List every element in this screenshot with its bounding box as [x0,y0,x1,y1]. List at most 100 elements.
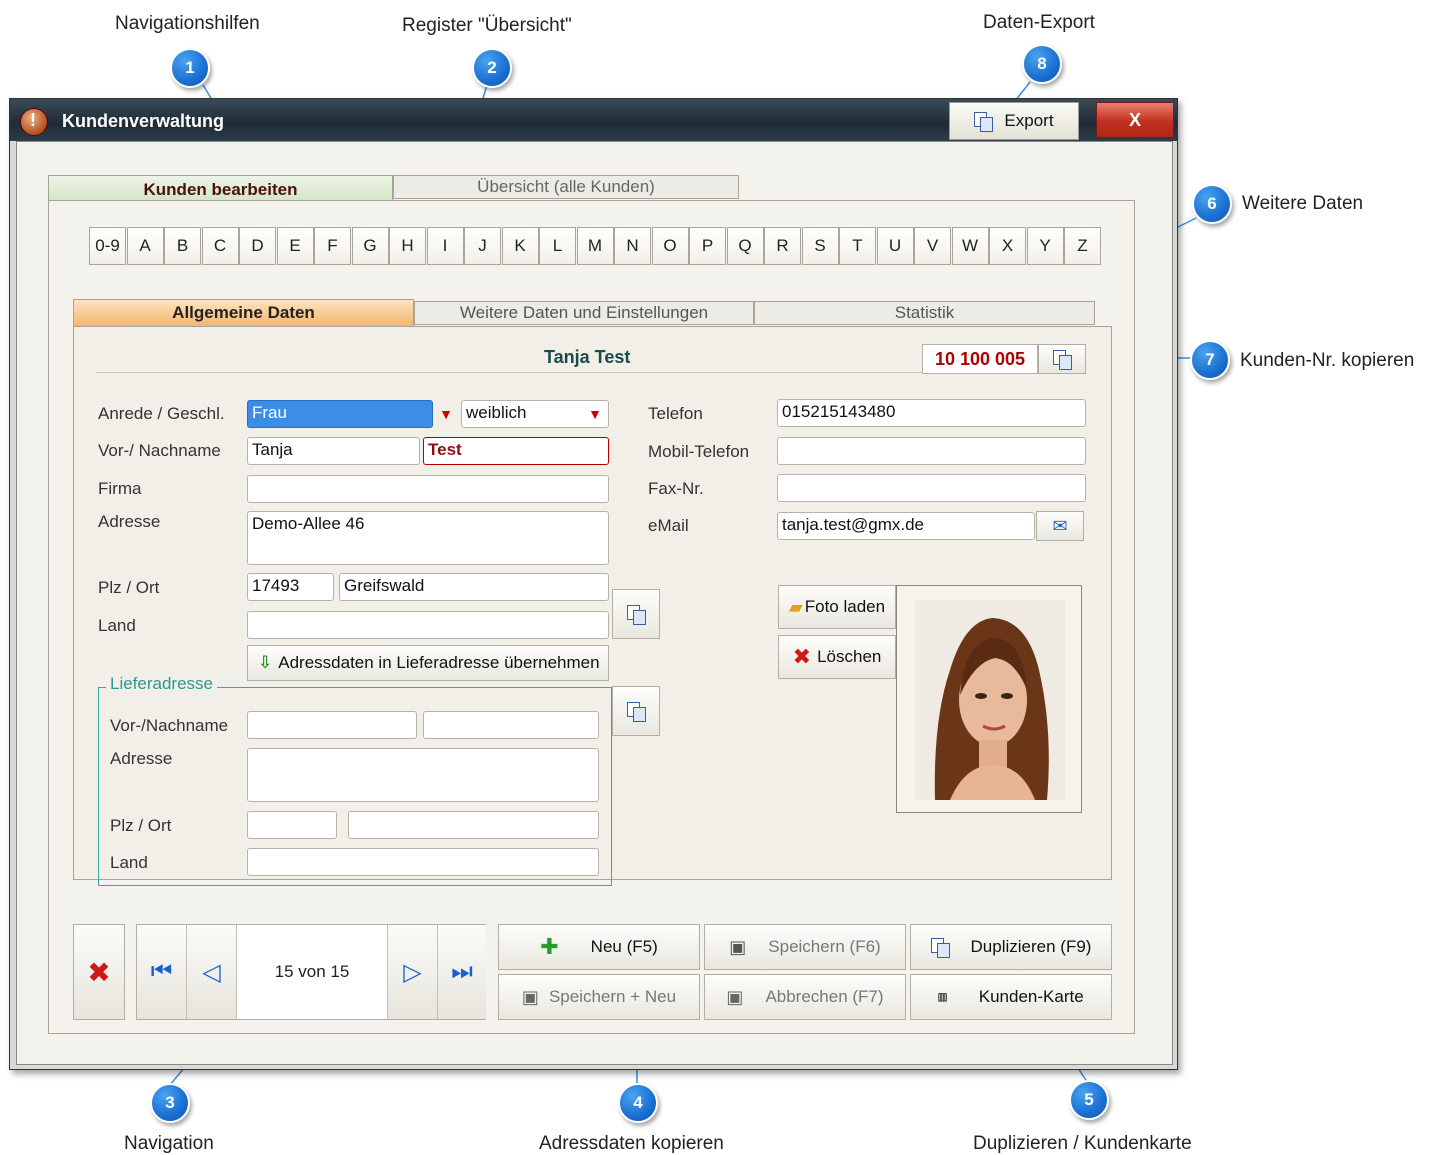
letter-w[interactable]: W [951,227,989,265]
letter-r[interactable]: R [764,227,801,265]
foto-loeschen-button[interactable]: ✖ Löschen [778,635,896,679]
letter-c[interactable]: C [201,227,239,265]
anrede-dropdown-icon[interactable]: ▼ [433,400,459,428]
fax-input[interactable] [777,474,1086,502]
letter-u[interactable]: U [876,227,914,265]
duplicate-icon [930,938,950,958]
copy-customer-number-button[interactable] [1038,344,1086,374]
callout-label-adressdaten-kopieren: Adressdaten kopieren [539,1133,724,1154]
liefer-plz-input[interactable] [247,811,337,839]
copy-address-button[interactable] [612,589,660,639]
letter-f[interactable]: F [314,227,351,265]
customer-number: 10 100 005 [922,344,1038,374]
letter-0-9[interactable]: 0-9 [89,227,126,265]
letter-s[interactable]: S [801,227,839,265]
first-record-button[interactable]: ⏮ [137,925,187,1019]
nachname-input[interactable]: Test [423,437,609,465]
letter-d[interactable]: D [239,227,276,265]
abbrechen-button[interactable]: ▣ Abbrechen (F7) [704,974,906,1020]
speichern-neu-label: Speichern + Neu [548,987,677,1006]
adresse-label: Adresse [98,512,161,531]
window-client-area: Kunden bearbeiten Übersicht (alle Kunden… [16,141,1173,1065]
tab-allgemeine-daten[interactable]: Allgemeine Daten [73,299,414,327]
card-icon: ▥ [938,989,947,1005]
letter-v[interactable]: V [914,227,951,265]
send-email-button[interactable]: ✉ [1036,511,1084,541]
letter-k[interactable]: K [501,227,539,265]
letter-h[interactable]: H [389,227,426,265]
plz-input[interactable]: 17493 [247,573,334,601]
vorname-input[interactable]: Tanja [247,437,420,465]
last-record-button[interactable]: ⏭ [437,925,486,1019]
copy-icon [627,605,646,625]
liefer-adresse-input[interactable] [247,748,599,802]
next-record-button[interactable]: ▷ [387,925,437,1019]
callout-label-navigationshilfen: Navigationshilfen [115,13,260,34]
letter-l[interactable]: L [539,227,576,265]
tab-statistik[interactable]: Statistik [754,301,1095,325]
delete-icon: ✖ [792,644,812,669]
letter-x[interactable]: X [989,227,1026,265]
land-input[interactable] [247,611,609,639]
save-new-icon: ▣ [521,986,539,1007]
letter-n[interactable]: N [614,227,651,265]
liefer-ort-input[interactable] [348,811,599,839]
letter-z[interactable]: Z [1064,227,1101,265]
letter-o[interactable]: O [651,227,689,265]
letter-y[interactable]: Y [1026,227,1064,265]
letter-i[interactable]: I [426,227,464,265]
letter-p[interactable]: P [689,227,726,265]
neu-button[interactable]: ✚ Neu (F5) [498,924,700,970]
callout-bubble-8: 8 [1022,44,1062,84]
mobil-label: Mobil-Telefon [648,442,750,461]
tab-weitere-daten[interactable]: Weitere Daten und Einstellungen [414,301,754,325]
customer-photo-frame [896,585,1082,813]
plzort-label: Plz / Ort [98,578,160,597]
letter-q[interactable]: Q [726,227,764,265]
title-bar: Kundenverwaltung Export X [10,99,1177,141]
letter-j[interactable]: J [464,227,501,265]
email-send-icon: ✉ [1052,515,1068,536]
liefer-nachname-input[interactable] [423,711,599,739]
liefer-adresse-label: Adresse [110,749,173,768]
neu-label: Neu (F5) [590,937,658,956]
callout-label-weitere-daten: Weitere Daten [1242,193,1364,214]
export-button[interactable]: Export [949,102,1079,140]
liefer-land-input[interactable] [247,848,599,876]
ort-input[interactable]: Greifswald [339,573,609,601]
geschlecht-dropdown-icon[interactable]: ▼ [582,400,608,428]
mobil-input[interactable] [777,437,1086,465]
record-position: 15 von 15 [274,962,350,981]
adressdaten-uebernehmen-button[interactable]: ⇩ Adressdaten in Lieferadresse übernehme… [247,645,609,681]
letter-b[interactable]: B [164,227,201,265]
letter-t[interactable]: T [839,227,876,265]
email-input[interactable]: tanja.test@gmx.de [777,512,1035,540]
cancel-x-button[interactable]: ✖ [73,924,125,1020]
speichern-neu-button[interactable]: ▣ Speichern + Neu [498,974,700,1020]
close-button[interactable]: X [1096,102,1174,138]
letter-g[interactable]: G [351,227,389,265]
lieferadresse-legend: Lieferadresse [106,674,218,694]
firma-input[interactable] [247,475,609,503]
telefon-input[interactable]: 015215143480 [777,399,1086,427]
adressdaten-uebernehmen-label: Adressdaten in Lieferadresse übernehmen [278,653,600,672]
duplizieren-button[interactable]: Duplizieren (F9) [910,924,1112,970]
callout-bubble-5: 5 [1069,1080,1109,1120]
liefer-plzort-label: Plz / Ort [110,816,172,835]
copy-lieferadresse-button[interactable] [612,686,660,736]
letter-e[interactable]: E [276,227,314,265]
previous-record-button[interactable]: ◁ [187,925,237,1019]
tab-uebersicht[interactable]: Übersicht (alle Kunden) [393,175,739,199]
foto-loeschen-label: Löschen [817,647,882,666]
foto-laden-button[interactable]: ▰ Foto laden [778,585,896,629]
adresse-input[interactable]: Demo-Allee 46 [247,511,609,565]
alphabet-navigation: 0-9 A B C D E F G H I J K L M N O P Q R … [89,227,1104,265]
firma-label: Firma [98,479,142,498]
customer-name-header: Tanja Test [544,347,631,367]
liefer-vorname-input[interactable] [247,711,417,739]
letter-m[interactable]: M [576,227,614,265]
letter-a[interactable]: A [126,227,164,265]
kunden-karte-button[interactable]: ▥ Kunden-Karte [910,974,1112,1020]
speichern-button[interactable]: ▣ Speichern (F6) [704,924,906,970]
anrede-select[interactable]: Frau [247,400,433,428]
